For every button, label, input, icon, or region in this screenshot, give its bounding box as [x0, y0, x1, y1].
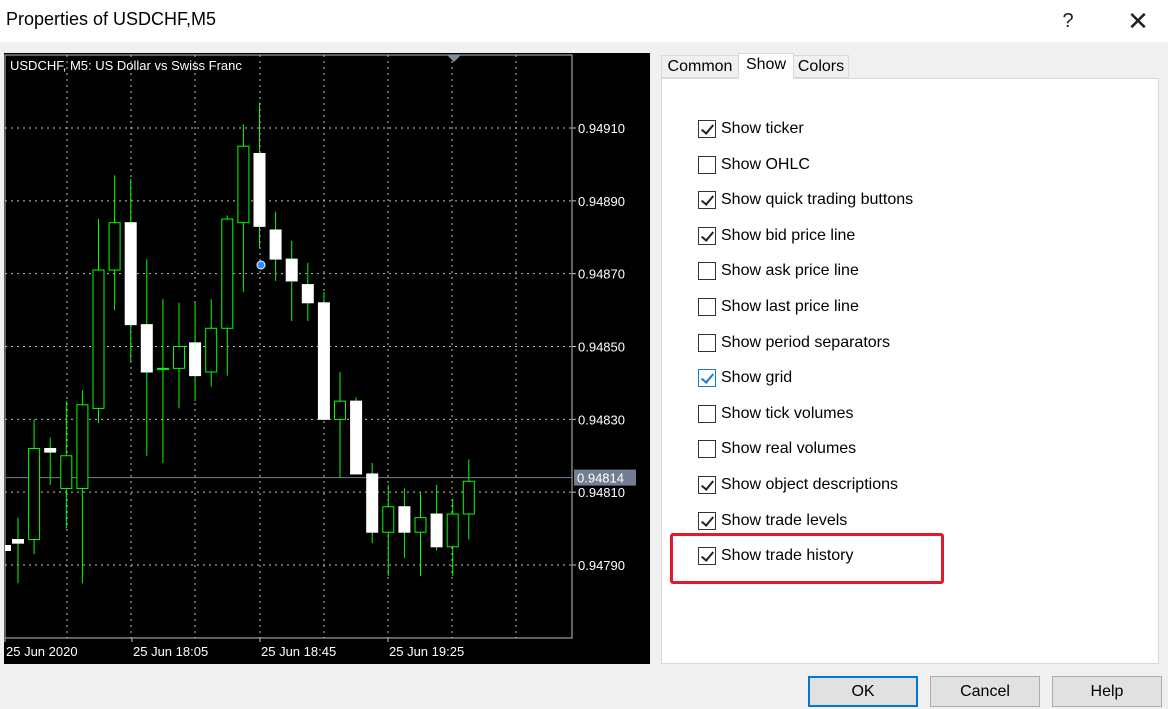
candle-body	[44, 447, 57, 453]
show-trade-levels-checkbox[interactable]	[698, 511, 716, 530]
option-show-ohlc[interactable]: Show OHLC	[698, 154, 810, 176]
price-label: 0.94830	[578, 412, 625, 427]
option-show-quick-trading-buttons[interactable]: Show quick trading buttons	[698, 189, 913, 211]
help-icon[interactable]: ?	[1048, 4, 1088, 38]
show-bid-price-line-checkbox[interactable]	[698, 226, 716, 245]
price-label: 0.94810	[578, 485, 625, 500]
show-ask-price-line-checkbox[interactable]	[698, 262, 716, 281]
show-tick-volumes-label: Show tick volumes	[721, 404, 854, 422]
price-label: 0.94870	[578, 267, 625, 282]
candle-body	[350, 400, 363, 475]
show-ticker-checkbox[interactable]	[698, 120, 716, 138]
edge-marker	[5, 545, 11, 551]
chart-canvas: 0.94910 0.94890 0.94870 0.94850 0.94830 0.948…	[4, 54, 636, 659]
close-icon[interactable]: ✕	[1118, 4, 1158, 38]
candle-body	[76, 404, 89, 490]
candle-body	[108, 222, 121, 271]
show-last-price-line-checkbox[interactable]	[698, 298, 716, 316]
candle-body	[462, 480, 475, 515]
show-quick-trading-buttons-label: Show quick trading buttons	[721, 191, 914, 209]
candle-body	[317, 302, 330, 420]
show-period-separators-label: Show period separators	[721, 333, 890, 351]
price-label: 0.94790	[578, 558, 625, 573]
time-label: 25 Jun 2020	[6, 644, 78, 659]
candle-body	[237, 145, 250, 224]
chart-preview: 0.94910 0.94890 0.94870 0.94850 0.94830 0.948…	[4, 53, 650, 664]
option-show-ask-price-line[interactable]: Show ask price line	[698, 260, 859, 282]
time-label: 25 Jun 18:45	[261, 644, 336, 659]
candle-body	[414, 517, 427, 533]
show-bid-price-line-label: Show bid price line	[721, 226, 856, 244]
window-title: Properties of USDCHF,M5	[6, 9, 217, 29]
show-period-separators-checkbox[interactable]	[698, 333, 716, 352]
candle-body	[92, 269, 105, 409]
candle-body	[124, 222, 137, 326]
tab-common[interactable]: Common	[661, 55, 739, 78]
symbol-label: USDCHF, M5: US Dollar vs Swiss Franc	[10, 58, 242, 73]
candle-body	[205, 327, 218, 373]
candle-body	[60, 455, 73, 490]
time-label: 25 Jun 18:05	[133, 644, 208, 659]
tab-show[interactable]: Show	[738, 53, 794, 79]
candle-body	[156, 367, 169, 370]
option-show-last-price-line[interactable]: Show last price line	[698, 296, 859, 318]
candle-body	[253, 152, 266, 227]
option-show-object-descriptions[interactable]: Show object descriptions	[698, 474, 898, 496]
show-real-volumes-label: Show real volumes	[721, 440, 857, 458]
show-last-price-line-label: Show last price line	[721, 298, 859, 315]
highlight-box	[670, 533, 944, 584]
price-label: 0.94890	[578, 194, 625, 209]
show-object-descriptions-label: Show object descriptions	[721, 476, 898, 493]
show-object-descriptions-checkbox[interactable]	[698, 476, 716, 494]
chart-shift-marker	[447, 55, 461, 62]
price-label: 0.94850	[578, 340, 625, 355]
candle-body	[173, 346, 185, 369]
candle-body	[398, 506, 411, 533]
show-grid-label: Show grid	[721, 369, 793, 387]
candle-body	[430, 513, 443, 548]
candle-body	[12, 539, 24, 544]
option-show-bid-price-line[interactable]: Show bid price line	[698, 225, 855, 247]
option-show-period-separators[interactable]: Show period separators	[698, 332, 890, 354]
candle-body	[301, 284, 314, 304]
candle-body	[221, 218, 234, 329]
show-grid-checkbox[interactable]	[698, 369, 716, 388]
bid-price-label: 0.94814	[577, 471, 624, 486]
time-label: 25 Jun 19:25	[389, 644, 464, 659]
show-ticker-label: Show ticker	[721, 120, 804, 137]
candle-body	[446, 513, 459, 548]
trade-history-marker	[256, 260, 266, 270]
option-show-trade-levels[interactable]: Show trade levels	[698, 510, 847, 532]
candle-body	[189, 342, 202, 377]
show-trade-levels-label: Show trade levels	[721, 511, 848, 529]
tab-colors[interactable]: Colors	[793, 55, 849, 78]
candle-body	[285, 258, 298, 282]
candle-body	[140, 324, 153, 373]
candle-body	[28, 447, 41, 541]
show-ohlc-checkbox[interactable]	[698, 155, 716, 174]
show-quick-trading-buttons-checkbox[interactable]	[698, 191, 716, 210]
candle-body	[269, 229, 282, 260]
price-label: 0.94910	[578, 121, 625, 136]
option-show-real-volumes[interactable]: Show real volumes	[698, 438, 856, 460]
option-show-grid[interactable]: Show grid	[698, 367, 792, 389]
title-bar: Properties of USDCHF,M5 ? ✕	[0, 0, 1168, 42]
candle-body	[382, 506, 395, 533]
candle-body	[366, 473, 379, 533]
show-real-volumes-checkbox[interactable]	[698, 440, 716, 459]
show-ohlc-label: Show OHLC	[721, 155, 810, 173]
option-show-ticker[interactable]: Show ticker	[698, 118, 804, 140]
help-button[interactable]: Help	[1052, 676, 1162, 707]
show-ask-price-line-label: Show ask price line	[721, 262, 859, 280]
cancel-button[interactable]: Cancel	[930, 676, 1040, 707]
ok-button[interactable]: OK	[808, 676, 918, 707]
option-show-tick-volumes[interactable]: Show tick volumes	[698, 403, 854, 425]
candle-body	[334, 400, 346, 420]
show-tick-volumes-checkbox[interactable]	[698, 404, 716, 423]
